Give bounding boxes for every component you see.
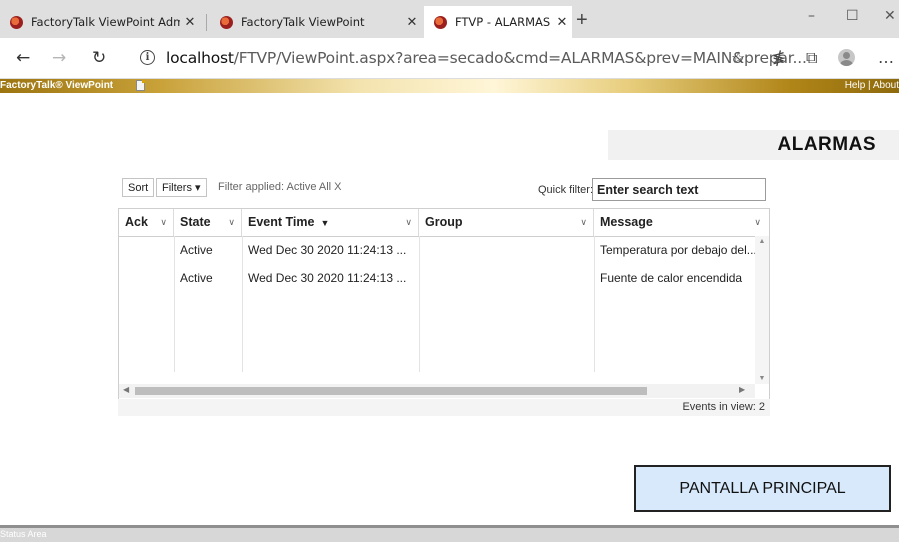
cell-ack [119,268,174,288]
alarm-grid: Ack ∨ State ∨ Event Time ▼ ∨ Group ∨ Mess… [118,208,770,400]
back-icon[interactable]: ← [16,48,30,68]
document-icon[interactable] [136,80,145,91]
tab-separator [206,14,207,31]
table-row[interactable]: Active Wed Dec 30 2020 11:24:13 ... Fuen… [119,268,755,288]
table-row[interactable]: Active Wed Dec 30 2020 11:24:13 ... Temp… [119,240,755,260]
close-tab-icon[interactable]: ✕ [180,15,200,30]
tab-title: FactoryTalk ViewPoint [241,15,365,29]
scroll-left-icon[interactable]: ◀ [123,385,129,394]
factorytalk-favicon-icon [220,15,233,29]
minimize-button[interactable]: – [808,8,815,24]
factorytalk-favicon-icon [434,15,447,29]
quick-filter-input[interactable] [592,178,766,201]
vertical-scrollbar[interactable]: ▲ ▼ [755,236,769,384]
column-label: Group [425,215,463,229]
column-label: State [180,215,211,229]
page-title: ALARMAS [777,134,876,155]
column-header-state[interactable]: State ∨ [174,209,242,236]
chevron-down-icon[interactable]: ∨ [580,209,587,236]
chevron-down-icon[interactable]: ∨ [228,209,235,236]
chevron-down-icon[interactable]: ∨ [405,209,412,236]
column-label: Event Time [248,215,315,229]
favorites-list-icon[interactable]: ≸ [772,48,785,67]
cell-event-time: Wed Dec 30 2020 11:24:13 ... [248,243,407,257]
cell-group [419,240,594,260]
tab-title: FactoryTalk ViewPoint Administra [31,15,180,29]
close-tab-icon[interactable]: ✕ [402,15,422,30]
new-tab-button[interactable]: + [576,10,588,30]
scroll-up-icon[interactable]: ▲ [755,238,769,245]
url-path: /FTVP/ViewPoint.aspx?area=secado&cmd=ALA… [233,49,807,67]
cell-state: Active [180,243,213,257]
info-icon[interactable]: i [140,50,155,65]
refresh-icon[interactable]: ↻ [92,48,106,68]
collections-icon[interactable]: ⧉ [806,48,817,68]
page-title-box: ALARMAS [608,130,899,160]
alarm-toolbar: Sort Filters ▾ Filter applied: Active Al… [118,172,770,206]
browser-address-bar: ← → ↻ i localhost/FTVP/ViewPoint.aspx?ar… [0,38,899,79]
horizontal-scrollbar[interactable]: ◀ ▶ [119,384,755,398]
column-header-group[interactable]: Group ∨ [419,209,594,236]
column-header-ack[interactable]: Ack ∨ [119,209,174,236]
scroll-down-icon[interactable]: ▼ [755,375,769,382]
chevron-down-icon[interactable]: ∨ [160,209,167,236]
main-screen-button[interactable]: PANTALLA PRINCIPAL [634,465,891,512]
column-header-event-time[interactable]: Event Time ▼ ∨ [242,209,419,236]
viewpoint-banner: FactoryTalk® ViewPoint Help | About [0,79,899,93]
column-label: Ack [125,215,148,229]
grid-header: Ack ∨ State ∨ Event Time ▼ ∨ Group ∨ Mess… [119,209,761,237]
tab-viewpoint[interactable]: FactoryTalk ViewPoint ✕ [210,6,422,38]
maximize-button[interactable]: ☐ [846,8,859,24]
chevron-down-icon[interactable]: ∨ [754,209,761,236]
cell-group [419,268,594,288]
cell-ack [119,240,174,260]
more-icon[interactable]: … [878,48,894,67]
factorytalk-favicon-icon [10,15,23,29]
cell-event-time: Wed Dec 30 2020 11:24:13 ... [248,271,407,285]
tab-viewpoint-admin[interactable]: FactoryTalk ViewPoint Administra ✕ [0,6,200,38]
filter-applied-text[interactable]: Filter applied: Active All X [218,181,342,193]
tab-title: FTVP - ALARMAS [455,15,551,29]
sort-button[interactable]: Sort [122,178,155,197]
quick-filter-label: Quick filter: [538,184,594,196]
help-about-links[interactable]: Help | About [845,79,899,93]
alarm-summary-panel: Sort Filters ▾ Filter applied: Active Al… [118,172,770,417]
profile-icon[interactable] [838,49,855,66]
status-area-label: Status Area [0,529,47,539]
scrollbar-thumb[interactable] [135,387,647,395]
url-host: localhost [166,49,234,67]
scroll-right-icon[interactable]: ▶ [739,385,745,394]
grid-footer: Events in view: 2 [118,399,770,416]
column-header-message[interactable]: Message ∨ [594,209,761,236]
browser-tab-bar: FactoryTalk ViewPoint Administra ✕ Facto… [0,0,899,38]
tab-ftvp-alarmas[interactable]: FTVP - ALARMAS ✕ [424,6,572,38]
forward-icon[interactable]: → [52,48,66,68]
viewpoint-title: FactoryTalk® ViewPoint [0,80,114,91]
cell-state: Active [180,271,213,285]
url-field[interactable]: localhost/FTVP/ViewPoint.aspx?area=secad… [166,49,807,67]
favorite-star-icon[interactable]: ☆ [731,48,745,67]
filters-button[interactable]: Filters ▾ [156,178,207,197]
events-in-view-count: Events in view: 2 [682,401,765,413]
cell-message: Fuente de calor encendida [600,271,743,285]
sort-descending-icon: ▼ [320,218,330,228]
status-bar: Status Area [0,525,899,542]
column-label: Message [600,215,653,229]
close-tab-icon[interactable]: ✕ [552,15,572,30]
close-window-button[interactable]: ✕ [884,8,896,24]
cell-message: Temperatura por debajo del... [600,243,755,257]
